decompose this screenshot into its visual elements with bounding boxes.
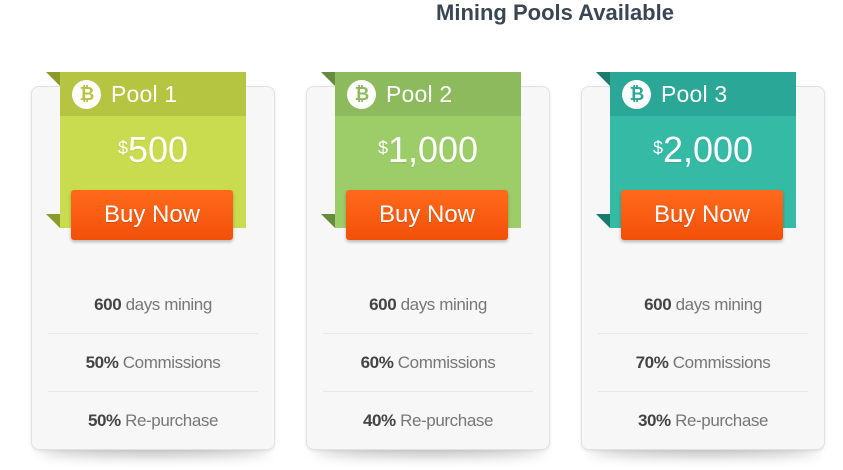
svg-text:₿: ₿ — [354, 84, 369, 104]
ribbon-price-area: $1,000 Buy Now — [335, 116, 521, 240]
feature-repurchase: 50% Re-purchase — [87, 411, 219, 430]
bitcoin-icon: ₿ — [72, 79, 101, 109]
svg-text:₿: ₿ — [629, 84, 644, 104]
page-title: Mining Pools Available — [436, 0, 674, 25]
feature-commissions: 60% Commissions — [323, 334, 533, 392]
ribbon-header: ₿ Pool 1 — [60, 72, 246, 116]
ribbon-header: ₿ Pool 2 — [335, 72, 521, 116]
bitcoin-icon: ₿ — [347, 79, 376, 109]
feature-commissions: 50% Commissions — [48, 334, 258, 392]
ribbon-fold-bottom — [321, 214, 335, 228]
feature-list: 600 days mining 70% Commissions 30% Re-p… — [598, 276, 808, 449]
ribbon-price-area: $2,000 Buy Now — [610, 116, 796, 240]
pool-card-3: 600 days mining 70% Commissions 30% Re-p… — [581, 72, 827, 456]
buy-now-button[interactable]: Buy Now — [621, 190, 783, 240]
ribbon-fold — [46, 72, 60, 86]
ribbon-fold-bottom — [46, 214, 60, 228]
svg-text:₿: ₿ — [79, 84, 94, 104]
pool-card-1: 600 days mining 50% Commissions 50% Re-p… — [31, 72, 277, 456]
pool-price: $500 — [117, 129, 189, 170]
feature-repurchase: 40% Re-purchase — [362, 411, 494, 430]
feature-repurchase: 30% Re-purchase — [637, 411, 769, 430]
pool-price: $1,000 — [377, 129, 479, 170]
feature-commissions: 70% Commissions — [598, 334, 808, 392]
pool-name: Pool 2 — [386, 80, 453, 107]
ribbon-fold — [321, 72, 335, 86]
feature-list: 600 days mining 60% Commissions 40% Re-p… — [323, 276, 533, 449]
pool-name: Pool 3 — [661, 80, 728, 107]
buy-now-button[interactable]: Buy Now — [71, 190, 233, 240]
ribbon-fold — [596, 72, 610, 86]
ribbon-price-area: $500 Buy Now — [60, 116, 246, 240]
bitcoin-icon: ₿ — [622, 79, 651, 109]
pool-name: Pool 1 — [111, 80, 178, 107]
ribbon-header: ₿ Pool 3 — [610, 72, 796, 116]
feature-list: 600 days mining 50% Commissions 50% Re-p… — [48, 276, 258, 449]
pool-price: $2,000 — [652, 129, 754, 170]
ribbon-fold-bottom — [596, 214, 610, 228]
buy-now-button[interactable]: Buy Now — [346, 190, 508, 240]
pool-card-2: 600 days mining 60% Commissions 40% Re-p… — [306, 72, 552, 456]
feature-days: 600 days mining — [323, 276, 533, 334]
feature-days: 600 days mining — [48, 276, 258, 334]
feature-days: 600 days mining — [598, 276, 808, 334]
